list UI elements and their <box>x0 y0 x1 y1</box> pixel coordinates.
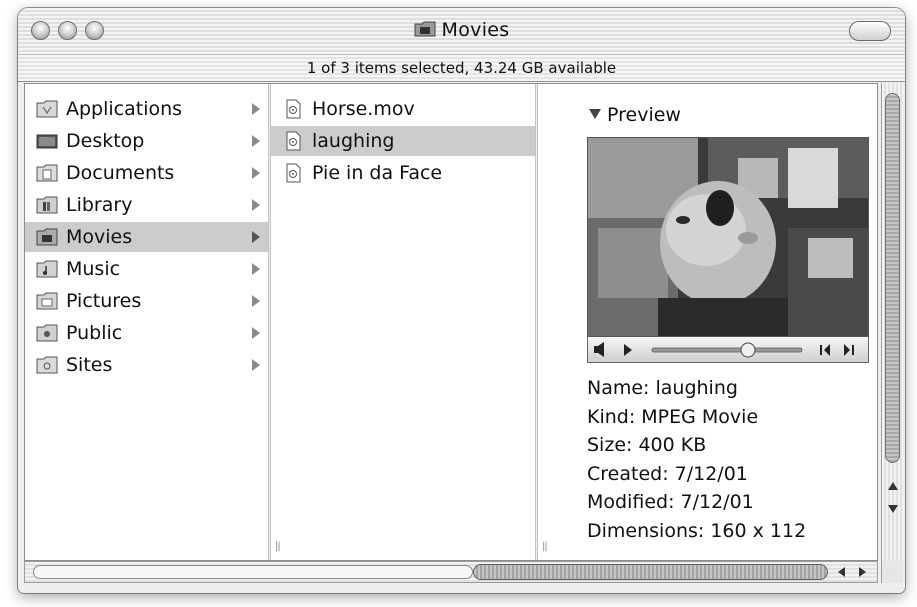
sidebar-item-library[interactable]: Library <box>25 190 268 220</box>
scroll-down-icon[interactable] <box>886 501 900 517</box>
window-title-text: Movies <box>441 19 510 41</box>
movie-controller <box>587 337 869 363</box>
sidebar-item-label: Pictures <box>66 290 142 312</box>
status-bar: 1 of 3 items selected, 43.24 GB availabl… <box>18 55 905 82</box>
step-back-icon[interactable] <box>820 344 830 356</box>
scroll-up-icon[interactable] <box>886 478 900 494</box>
info-created: Created: 7/12/01 <box>587 462 748 485</box>
movie-file-icon <box>286 99 301 119</box>
vertical-scroll-thumb[interactable] <box>885 93 900 463</box>
toolbar-toggle-button[interactable] <box>849 21 891 41</box>
title-bar[interactable]: Movies <box>18 8 905 55</box>
movies-folder-icon <box>414 21 436 37</box>
step-forward-icon[interactable] <box>844 344 854 356</box>
horizontal-scroll-thumb[interactable] <box>473 564 828 580</box>
sidebar-item-movies[interactable]: Movies <box>25 222 268 252</box>
sidebar-item-label: Documents <box>66 162 175 184</box>
movie-preview-image[interactable] <box>587 137 869 337</box>
desktop-icon <box>36 134 58 149</box>
disclosure-arrow-icon <box>252 135 260 147</box>
horizontal-scroll-track[interactable] <box>33 565 473 579</box>
sidebar-item-label: Public <box>66 322 123 344</box>
column-divider[interactable] <box>535 84 538 560</box>
disclosure-arrow-icon <box>252 359 260 371</box>
sidebar-item-applications[interactable]: Applications <box>25 94 268 124</box>
applications-folder-icon <box>36 100 58 118</box>
horizontal-scrollbar[interactable] <box>24 561 878 583</box>
file-item-horse[interactable]: Horse.mov <box>271 94 535 124</box>
sidebar-item-public[interactable]: Public <box>25 318 268 348</box>
file-info: Name: laughing Kind: MPEG Movie Size: 40… <box>587 374 806 545</box>
info-name: Name: laughing <box>587 377 738 399</box>
file-item-label: Horse.mov <box>312 98 415 120</box>
disclosure-arrow-icon <box>252 263 260 275</box>
sidebar-column: Applications Desktop Documents Library M <box>25 84 268 560</box>
disclosure-arrow-icon <box>252 327 260 339</box>
info-kind: Kind: MPEG Movie <box>587 405 759 428</box>
scroll-left-icon[interactable] <box>835 565 849 579</box>
column-view: Applications Desktop Documents Library M <box>24 83 878 561</box>
info-size: Size: 400 KB <box>587 434 707 456</box>
sidebar-item-label: Applications <box>66 98 183 120</box>
resize-corner[interactable] <box>881 561 903 583</box>
documents-folder-icon <box>36 164 58 182</box>
files-column: Horse.mov laughing Pie in da Face <box>271 84 535 560</box>
preview-column: Preview Name: laughing Kind: MPEG Movie … <box>539 84 877 560</box>
window-title: Movies <box>18 19 905 41</box>
sidebar-item-label: Desktop <box>66 130 145 152</box>
sidebar-item-desktop[interactable]: Desktop <box>25 126 268 156</box>
disclosure-arrow-icon <box>252 167 260 179</box>
file-item-laughing[interactable]: laughing <box>271 126 535 156</box>
disclosure-arrow-icon <box>252 295 260 307</box>
disclosure-triangle-icon <box>589 109 601 119</box>
disclosure-arrow-icon <box>252 199 260 211</box>
sidebar-item-pictures[interactable]: Pictures <box>25 286 268 316</box>
movie-scrubber-thumb[interactable] <box>740 342 756 358</box>
info-modified: Modified: 7/12/01 <box>587 491 754 513</box>
movie-file-icon <box>286 131 301 151</box>
volume-icon[interactable] <box>594 342 604 357</box>
sidebar-item-documents[interactable]: Documents <box>25 158 268 188</box>
vertical-scrollbar[interactable] <box>881 83 903 561</box>
sidebar-item-label: Sites <box>66 354 113 376</box>
sidebar-item-music[interactable]: Music <box>25 254 268 284</box>
file-item-pie-in-da-face[interactable]: Pie in da Face <box>271 158 535 188</box>
movies-folder-icon <box>36 228 58 246</box>
library-folder-icon <box>36 196 58 214</box>
preview-header-label: Preview <box>607 104 681 126</box>
play-icon[interactable] <box>624 344 632 356</box>
music-folder-icon <box>36 260 58 278</box>
public-folder-icon <box>36 324 58 342</box>
sites-folder-icon <box>36 356 58 374</box>
file-item-label: Pie in da Face <box>312 162 443 184</box>
laughing-child-image <box>588 138 868 336</box>
pictures-folder-icon <box>36 292 58 310</box>
movie-controller-graphics <box>594 342 854 358</box>
movie-file-icon <box>286 163 301 183</box>
sidebar-item-label: Movies <box>66 226 133 248</box>
movie-scrubber-track[interactable] <box>651 347 803 353</box>
finder-window: Movies 1 of 3 items selected, 43.24 GB a… <box>18 8 905 593</box>
scroll-right-icon[interactable] <box>855 565 869 579</box>
file-item-label: laughing <box>312 130 395 152</box>
disclosure-arrow-icon <box>252 103 260 115</box>
sidebar-item-sites[interactable]: Sites <box>25 350 268 380</box>
disclosure-arrow-icon <box>252 231 260 243</box>
info-dimensions: Dimensions: 160 x 112 <box>587 519 807 542</box>
sidebar-item-label: Library <box>66 194 133 216</box>
preview-disclosure[interactable]: Preview <box>589 104 681 126</box>
sidebar-item-label: Music <box>66 258 121 280</box>
